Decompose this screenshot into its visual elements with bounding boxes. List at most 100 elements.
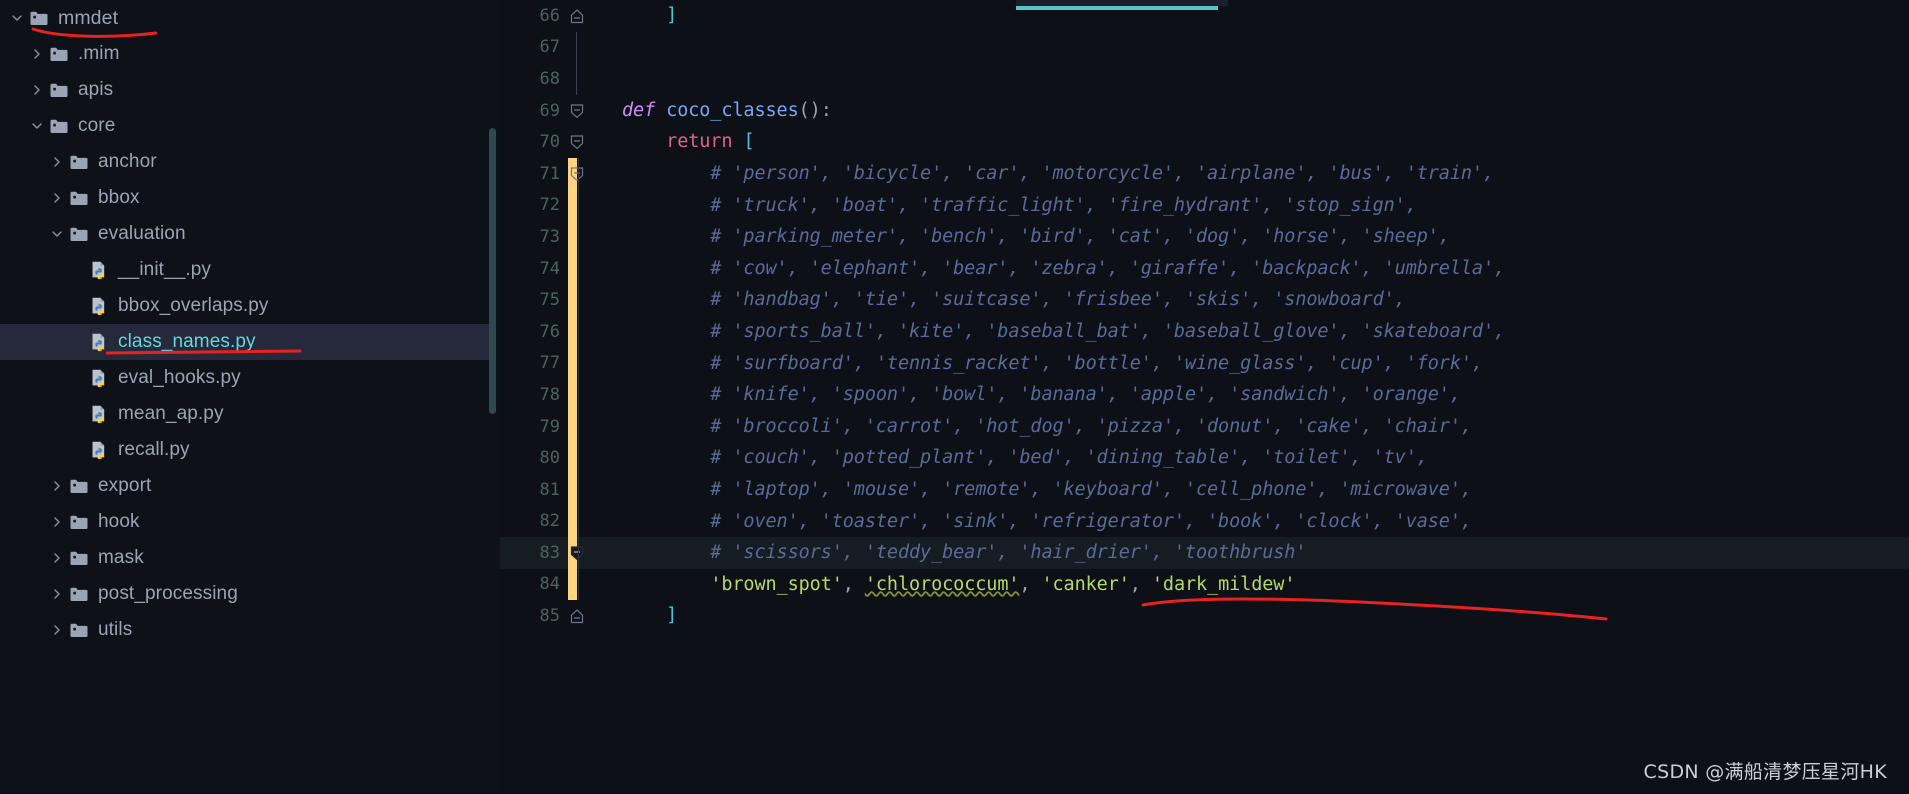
tree-item--init-py[interactable]: __init__.py — [0, 252, 490, 288]
tree-item-post-processing[interactable]: post_processing — [0, 576, 490, 612]
vcs-change-bar[interactable] — [568, 473, 577, 506]
tree-item-export[interactable]: export — [0, 468, 490, 504]
tree-item-bbox[interactable]: bbox — [0, 180, 490, 216]
tree-item-evaluation[interactable]: evaluation — [0, 216, 490, 252]
chevron-right-icon[interactable] — [46, 504, 68, 540]
editor-gutter[interactable] — [560, 252, 622, 285]
code-line-74[interactable]: 74 # 'cow', 'elephant', 'bear', 'zebra',… — [500, 252, 1909, 285]
tree-item-hook[interactable]: hook — [0, 504, 490, 540]
code-text[interactable]: # 'parking_meter', 'bench', 'bird', 'cat… — [622, 221, 1450, 253]
code-text[interactable]: # 'handbag', 'tie', 'suitcase', 'frisbee… — [622, 284, 1406, 316]
chevron-right-icon[interactable] — [46, 468, 68, 504]
fold-collapse-icon[interactable] — [570, 135, 584, 150]
code-line-76[interactable]: 76 # 'sports_ball', 'kite', 'baseball_ba… — [500, 315, 1909, 348]
chevron-right-icon[interactable] — [46, 540, 68, 576]
code-text[interactable]: # 'couch', 'potted_plant', 'bed', 'dinin… — [622, 442, 1428, 474]
vcs-change-bar[interactable] — [568, 221, 577, 253]
code-line-69[interactable]: 69 def coco_classes(): — [500, 95, 1909, 127]
editor-gutter[interactable] — [560, 31, 622, 64]
chevron-right-icon[interactable] — [46, 576, 68, 612]
vcs-change-bar[interactable] — [568, 315, 577, 348]
vcs-change-bar[interactable] — [568, 284, 577, 316]
editor-gutter[interactable] — [560, 189, 622, 222]
code-text[interactable]: # 'knife', 'spoon', 'bowl', 'banana', 'a… — [622, 379, 1461, 411]
code-line-68[interactable]: 68 — [500, 63, 1909, 95]
code-text[interactable]: # 'broccoli', 'carrot', 'hot_dog', 'pizz… — [622, 411, 1472, 443]
chevron-right-icon[interactable] — [26, 72, 48, 108]
code-line-66[interactable]: 66 ] — [500, 0, 1909, 32]
code-line-81[interactable]: 81 # 'laptop', 'mouse', 'remote', 'keybo… — [500, 473, 1909, 506]
editor-gutter[interactable] — [560, 505, 622, 538]
vcs-change-bar[interactable] — [568, 410, 577, 443]
tree-item-core[interactable]: core — [0, 108, 490, 144]
editor-gutter[interactable] — [560, 568, 622, 601]
code-text[interactable]: # 'laptop', 'mouse', 'remote', 'keyboard… — [622, 474, 1472, 506]
tree-item-utils[interactable]: utils — [0, 612, 490, 648]
code-lines-container[interactable]: 66 ] 67 68 69 def coco_classes(): 70 return [… — [500, 0, 1909, 632]
tree-item-class-names-py[interactable]: class_names.py — [0, 324, 490, 360]
sidebar-scrollbar-thumb[interactable] — [489, 128, 496, 414]
code-line-80[interactable]: 80 # 'couch', 'potted_plant', 'bed', 'di… — [500, 442, 1909, 474]
code-line-71[interactable]: 71 # 'person', 'bicycle', 'car', 'motorc… — [500, 157, 1909, 190]
fold-end-icon[interactable] — [570, 609, 584, 624]
code-text[interactable]: # 'truck', 'boat', 'traffic_light', 'fir… — [622, 190, 1417, 222]
vcs-change-bar[interactable] — [568, 505, 577, 538]
fold-marker-icon[interactable] — [570, 546, 584, 561]
code-text[interactable]: def coco_classes(): — [622, 95, 832, 127]
code-text[interactable]: # 'sports_ball', 'kite', 'baseball_bat',… — [622, 316, 1505, 348]
fold-collapse-icon[interactable] — [570, 167, 584, 182]
code-line-72[interactable]: 72 # 'truck', 'boat', 'traffic_light', '… — [500, 189, 1909, 222]
fold-end-icon[interactable] — [570, 9, 584, 24]
code-text[interactable]: # 'cow', 'elephant', 'bear', 'zebra', 'g… — [622, 253, 1505, 285]
code-text[interactable]: # 'person', 'bicycle', 'car', 'motorcycl… — [622, 158, 1494, 190]
tree-item--mim[interactable]: .mim — [0, 36, 490, 72]
code-text[interactable]: ] — [622, 0, 677, 32]
code-text[interactable]: # 'surfboard', 'tennis_racket', 'bottle'… — [622, 348, 1483, 380]
tree-item-mmdet[interactable]: mmdet — [0, 0, 490, 36]
code-line-83[interactable]: 83 # 'scissors', 'teddy_bear', 'hair_dri… — [500, 537, 1909, 569]
editor-gutter[interactable] — [560, 537, 622, 569]
chevron-down-icon[interactable] — [46, 216, 68, 252]
vcs-change-bar[interactable] — [568, 252, 577, 285]
code-line-70[interactable]: 70 return [ — [500, 126, 1909, 158]
tree-item-mask[interactable]: mask — [0, 540, 490, 576]
code-line-84[interactable]: 84 'brown_spot', 'chlorococcum', 'canker… — [500, 568, 1909, 601]
editor-gutter[interactable] — [560, 63, 622, 95]
editor-gutter[interactable] — [560, 379, 622, 411]
chevron-right-icon[interactable] — [46, 612, 68, 648]
chevron-right-icon[interactable] — [46, 180, 68, 216]
code-line-77[interactable]: 77 # 'surfboard', 'tennis_racket', 'bott… — [500, 347, 1909, 380]
editor-gutter[interactable] — [560, 157, 622, 190]
code-line-85[interactable]: 85 ] — [500, 600, 1909, 632]
editor-gutter[interactable] — [560, 600, 622, 632]
editor-gutter[interactable] — [560, 347, 622, 380]
tree-item-eval-hooks-py[interactable]: eval_hooks.py — [0, 360, 490, 396]
tree-item-bbox-overlaps-py[interactable]: bbox_overlaps.py — [0, 288, 490, 324]
tree-item-apis[interactable]: apis — [0, 72, 490, 108]
code-text[interactable]: 'brown_spot', 'chlorococcum', 'canker', … — [622, 569, 1295, 601]
chevron-down-icon[interactable] — [26, 108, 48, 144]
vcs-change-bar[interactable] — [568, 379, 577, 411]
project-tree[interactable]: mmdet .mim apis core anchor bbox evaluation __i… — [0, 0, 500, 648]
editor-gutter[interactable] — [560, 95, 622, 127]
code-line-67[interactable]: 67 — [500, 31, 1909, 64]
tree-item-anchor[interactable]: anchor — [0, 144, 490, 180]
code-line-75[interactable]: 75 # 'handbag', 'tie', 'suitcase', 'fris… — [500, 284, 1909, 316]
chevron-right-icon[interactable] — [26, 36, 48, 72]
chevron-down-icon[interactable] — [6, 0, 28, 36]
editor-gutter[interactable] — [560, 126, 622, 158]
code-text[interactable]: ] — [622, 600, 677, 632]
code-editor-panel[interactable]: 66 ] 67 68 69 def coco_classes(): 70 return [… — [500, 0, 1909, 794]
code-line-82[interactable]: 82 # 'oven', 'toaster', 'sink', 'refrige… — [500, 505, 1909, 538]
vcs-change-bar[interactable] — [568, 568, 577, 601]
editor-gutter[interactable] — [560, 221, 622, 253]
editor-gutter[interactable] — [560, 442, 622, 474]
editor-gutter[interactable] — [560, 0, 622, 32]
tree-item-recall-py[interactable]: recall.py — [0, 432, 490, 468]
code-text[interactable]: # 'oven', 'toaster', 'sink', 'refrigerat… — [622, 506, 1472, 538]
editor-gutter[interactable] — [560, 315, 622, 348]
editor-gutter[interactable] — [560, 284, 622, 316]
vcs-change-bar[interactable] — [568, 442, 577, 474]
vcs-change-bar[interactable] — [568, 189, 577, 222]
code-text[interactable]: return [ — [622, 126, 754, 158]
